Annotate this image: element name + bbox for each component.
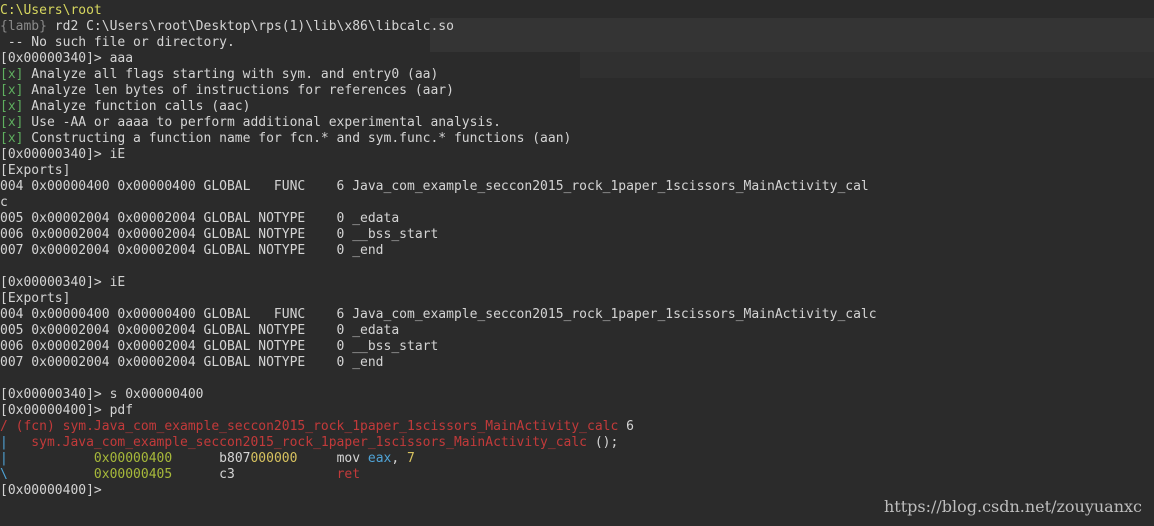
watermark-url: https://blog.csdn.net/zouyuanxc [883,497,1142,516]
terminal-line: 007 0x00002004 0x00002004 GLOBAL NOTYPE … [0,243,1154,259]
terminal-text-segment: 000000 [250,451,298,466]
terminal-text-segment: [Exports] [0,291,71,306]
terminal-line: | 0x00000400 b807000000 mov eax, 7 [0,451,1154,467]
terminal-line: [0x00000400]> pdf [0,403,1154,419]
terminal-text-segment: | [0,435,8,450]
terminal-text-segment: [x] [0,115,24,130]
terminal-text-segment: (); [587,435,619,450]
terminal-text-segment: -- No such file or directory. [0,35,235,50]
terminal-text-segment: b807 [172,451,251,466]
terminal-text-segment: Analyze function calls (aac) [23,99,251,114]
terminal-text-segment: c [0,195,8,210]
terminal-text-segment: [x] [0,83,24,98]
terminal-text-segment: rd2 C:\Users\root\Desktop\rps(1)\lib\x86… [46,19,454,34]
terminal-line: [Exports] [0,291,1154,307]
terminal-line: 004 0x00000400 0x00000400 GLOBAL FUNC 6 … [0,307,1154,323]
terminal-text-segment: 0x00000400 [93,451,173,466]
terminal-text-segment: [x] [0,99,24,114]
terminal-text-segment: 6 [618,419,634,434]
terminal-line: 004 0x00000400 0x00000400 GLOBAL FUNC 6 … [0,179,1154,195]
terminal-text-segment: Analyze len bytes of instructions for re… [23,83,454,98]
terminal-line: [0x00000340]> iE [0,275,1154,291]
terminal-line: [x] Analyze len bytes of instructions fo… [0,83,1154,99]
terminal-text-segment: Constructing a function name for fcn.* a… [23,131,572,146]
terminal-text-segment: 004 0x00000400 0x00000400 GLOBAL FUNC 6 … [0,179,869,194]
terminal-line: | sym.Java_com_example_seccon2015_rock_1… [0,435,1154,451]
terminal-text-segment: 004 0x00000400 0x00000400 GLOBAL FUNC 6 … [0,307,877,322]
terminal-text-segment: [Exports] [0,163,71,178]
terminal-line: [x] Analyze all flags starting with sym.… [0,67,1154,83]
terminal-text-segment: [x] [0,131,24,146]
terminal-text-segment: {lamb} [0,19,47,34]
terminal-text-segment: c3 [172,467,337,482]
terminal-line: [x] Analyze function calls (aac) [0,99,1154,115]
terminal-line: {lamb} rd2 C:\Users\root\Desktop\rps(1)\… [0,19,1154,35]
terminal-text-segment: ret [336,467,361,482]
terminal-line: C:\Users\root [0,3,1154,19]
terminal-text-segment: Analyze all flags starting with sym. and… [23,67,439,82]
terminal-line: -- No such file or directory. [0,35,1154,51]
terminal-text-segment: [0x00000340]> s 0x00000400 [0,387,204,402]
terminal-text-segment: [0x00000400]> pdf [0,403,134,418]
terminal-text-segment: 7 [407,451,415,466]
terminal-text-segment: 005 0x00002004 0x00002004 GLOBAL NOTYPE … [0,211,400,226]
terminal-text-segment: [0x00000340]> aaa [0,51,134,66]
terminal-line: \ 0x00000405 c3 ret [0,467,1154,483]
terminal-text-segment: 007 0x00002004 0x00002004 GLOBAL NOTYPE … [0,243,384,258]
terminal-line: [0x00000340]> s 0x00000400 [0,387,1154,403]
terminal-line: 005 0x00002004 0x00002004 GLOBAL NOTYPE … [0,211,1154,227]
terminal-text-segment: C:\Users\root [0,3,102,18]
terminal-line: / (fcn) sym.Java_com_example_seccon2015_… [0,419,1154,435]
terminal-text-segment: Use -AA or aaaa to perform additional ex… [23,115,501,130]
terminal-line: c [0,195,1154,211]
terminal-text-segment: [0x00000340]> iE [0,275,126,290]
terminal-text-segment: \ [0,467,8,482]
terminal-text-segment: | [0,451,8,466]
terminal-text-segment: 006 0x00002004 0x00002004 GLOBAL NOTYPE … [0,227,439,242]
terminal-line: [x] Constructing a function name for fcn… [0,131,1154,147]
terminal-text-segment: 005 0x00002004 0x00002004 GLOBAL NOTYPE … [0,323,400,338]
terminal-line: 005 0x00002004 0x00002004 GLOBAL NOTYPE … [0,323,1154,339]
terminal-line: [0x00000340]> aaa [0,51,1154,67]
terminal-line: 006 0x00002004 0x00002004 GLOBAL NOTYPE … [0,339,1154,355]
terminal-line: [Exports] [0,163,1154,179]
terminal-text-segment: 0x00000405 [93,467,173,482]
terminal-text-segment: 006 0x00002004 0x00002004 GLOBAL NOTYPE … [0,339,439,354]
terminal-output[interactable]: C:\Users\root {lamb} rd2 C:\Users\root\De… [0,3,1154,499]
terminal-text-segment: / (fcn) sym.Java_com_example_seccon2015_… [0,419,619,434]
terminal-line: [x] Use -AA or aaaa to perform additiona… [0,115,1154,131]
terminal-text-segment: eax [367,451,392,466]
terminal-text-segment: [x] [0,67,24,82]
terminal-line: 007 0x00002004 0x00002004 GLOBAL NOTYPE … [0,355,1154,371]
terminal-text-segment: 007 0x00002004 0x00002004 GLOBAL NOTYPE … [0,355,384,370]
terminal-line: [0x00000340]> iE [0,147,1154,163]
terminal-text-segment: [0x00000400]> [0,483,102,498]
terminal-line: 006 0x00002004 0x00002004 GLOBAL NOTYPE … [0,227,1154,243]
terminal-text-segment: , [391,451,408,466]
terminal-text-segment: sym.Java_com_example_seccon2015_rock_1pa… [7,435,588,450]
terminal-text-segment: mov [297,451,368,466]
terminal-text-segment: [0x00000340]> iE [0,147,126,162]
